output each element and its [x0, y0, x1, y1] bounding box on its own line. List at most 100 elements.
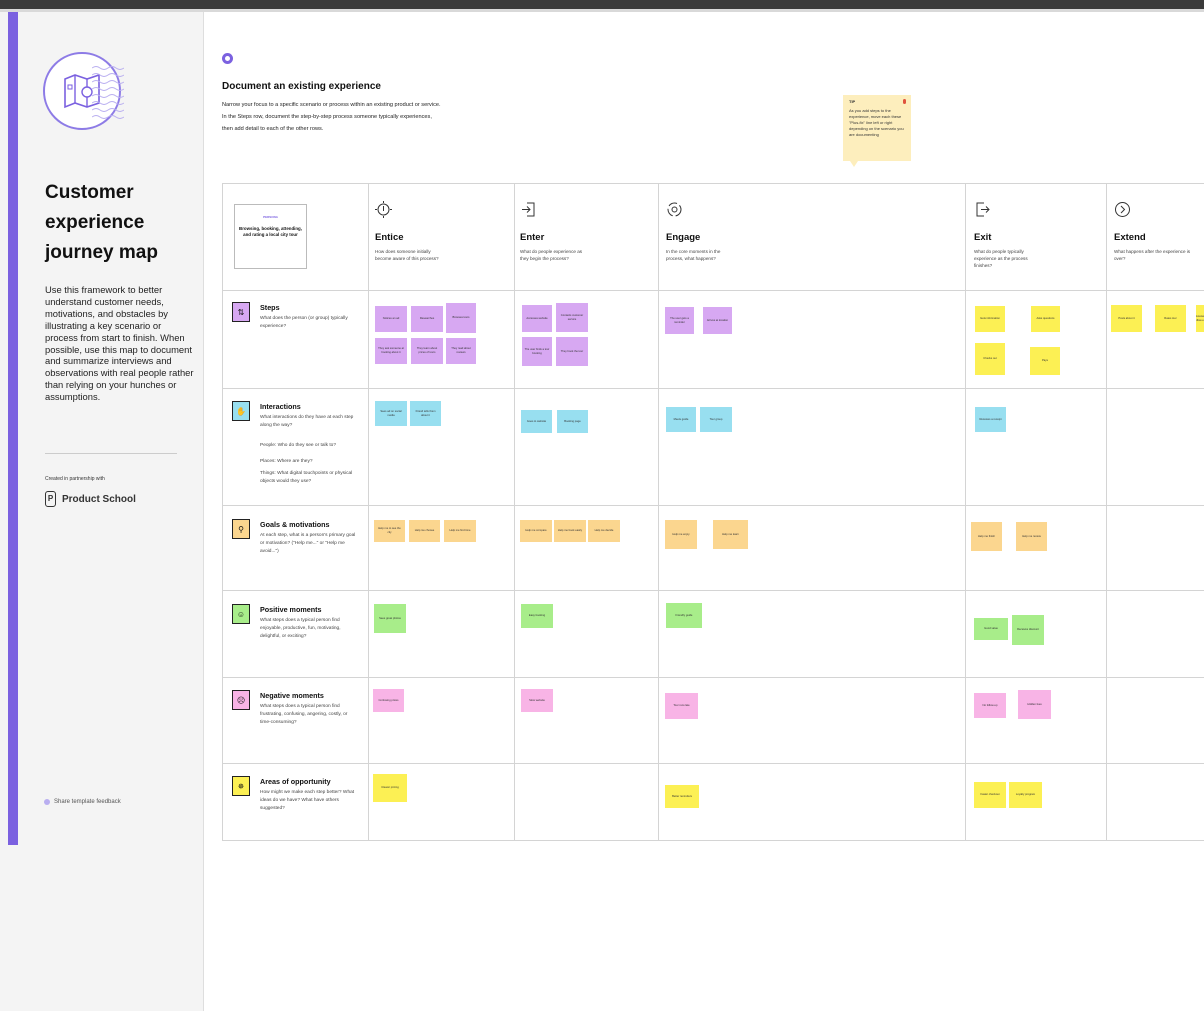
sticky-note[interactable]: Help me enjoy	[665, 520, 697, 549]
sticky-note[interactable]: Researches	[411, 306, 443, 332]
stage-name: Exit	[974, 232, 992, 243]
sticky-note[interactable]: They ask someone at booking about it	[375, 338, 407, 364]
sticky-note[interactable]: The user gets a reminder	[665, 307, 694, 334]
sticky-note[interactable]: They book the tour	[556, 337, 588, 366]
sidebar-accent-bar	[8, 12, 18, 845]
exit-icon	[976, 202, 990, 217]
sticky-note[interactable]: Rates tour	[1155, 305, 1186, 332]
sticky-note[interactable]: Receives a receipt	[975, 407, 1006, 432]
sticky-note[interactable]: Contacts customer service	[556, 303, 588, 332]
sticky-note[interactable]: Friendly guide	[666, 603, 702, 628]
share-feedback-link[interactable]: Share template feedback	[44, 799, 121, 805]
sticky-note[interactable]: Help me learn	[713, 520, 748, 549]
sticky-note[interactable]: Hidden fees	[1018, 690, 1051, 719]
smile-icon: ☺	[232, 604, 250, 624]
wave-decoration-icon	[92, 66, 124, 119]
stage-name: Engage	[666, 232, 701, 243]
tip-text: As you add steps to the experience, move…	[849, 108, 904, 137]
column-divider	[1106, 183, 1107, 840]
sticky-note[interactable]: Clearer pricing	[373, 774, 407, 802]
sticky-note[interactable]: Better reminders	[665, 785, 699, 808]
persona-card[interactable]: PERSONA Browsing, booking, attending, an…	[234, 204, 307, 269]
sticky-note[interactable]: Arrives at location	[703, 307, 732, 334]
stage-question: What do people typically experience as t…	[974, 249, 1028, 268]
stage-enter: Enter What do people experience as they …	[520, 201, 650, 262]
persona-text: Browsing, booking, attending, and rating…	[239, 226, 302, 237]
sticky-note[interactable]: Goes to website	[521, 410, 552, 433]
row-title: Areas of opportunity	[260, 777, 331, 786]
sticky-note[interactable]: Slow website	[521, 689, 553, 712]
column-divider	[514, 183, 515, 840]
sticky-note[interactable]: Pays	[1030, 347, 1060, 375]
stage-question: What happens after the experience is ove…	[1114, 249, 1191, 261]
stage-engage: Engage In the core moments in the proces…	[666, 201, 796, 262]
window-top-bar	[0, 0, 1204, 9]
column-divider	[658, 183, 659, 840]
search-icon: ⚲	[232, 519, 250, 539]
sticky-note[interactable]: Help me review	[1016, 522, 1047, 551]
sticky-note[interactable]: Help me to see the city	[374, 520, 405, 542]
row-question: How might we make each step better? What…	[260, 790, 355, 811]
sticky-note[interactable]: Friend tells them about it	[410, 401, 441, 426]
steps-icon: ⇅	[232, 302, 250, 322]
sticky-note[interactable]: Help me choose	[409, 520, 440, 542]
sticky-note[interactable]: Checks out	[975, 343, 1005, 375]
row-divider	[222, 290, 1204, 291]
sidebar-divider	[45, 453, 177, 454]
stage-name: Enter	[520, 232, 545, 243]
tip-sticky[interactable]: TIP As you add steps to the experience, …	[843, 95, 911, 161]
bullet-things: Things: What digital touchpoints or phys…	[260, 471, 353, 484]
sticky-note[interactable]: The user finds a tour booking	[522, 337, 552, 366]
sticky-note[interactable]: Receives follow-up	[1196, 305, 1204, 332]
sticky-note[interactable]: Meets guide	[666, 407, 696, 432]
sticky-note[interactable]: Booking page	[557, 410, 588, 433]
row-question: What steps does a typical person find en…	[260, 618, 341, 639]
sticky-note[interactable]: No follow-up	[974, 693, 1006, 718]
bullet-people: People: Who do they see or talk to?	[260, 443, 336, 448]
created-with-label: Created in partnership with	[45, 476, 105, 482]
row-title: Negative moments	[260, 691, 324, 700]
sticky-note[interactable]: Faster checkout	[974, 782, 1006, 808]
row-divider	[222, 840, 1204, 841]
sticky-note[interactable]: Gets information	[975, 306, 1005, 332]
sticky-note[interactable]: Notices an ad	[375, 306, 407, 332]
row-title: Positive moments	[260, 605, 322, 614]
sticky-note[interactable]: Asks questions	[1031, 306, 1060, 332]
sticky-note[interactable]: Help me compare	[520, 520, 552, 542]
row-question: At each step, what is a person's primary…	[260, 533, 356, 554]
lightbulb-icon	[375, 201, 392, 218]
sticky-note[interactable]: Browses tours	[446, 303, 476, 333]
sticky-note[interactable]: Posts about it	[1111, 305, 1142, 332]
row-title: Goals & motivations	[260, 520, 330, 529]
section-marker-icon	[222, 53, 233, 64]
interactions-icon: ✋	[232, 401, 250, 421]
row-divider	[222, 388, 1204, 389]
stage-name: Extend	[1114, 232, 1146, 243]
persona-tag: PERSONA	[263, 215, 278, 219]
sticky-note[interactable]: Sees ad on social media	[375, 401, 407, 426]
sticky-note[interactable]: Help me finish	[971, 522, 1002, 551]
sticky-note[interactable]: Tour group	[700, 407, 732, 432]
sticky-note[interactable]: Good value	[974, 618, 1008, 640]
sticky-note[interactable]: Help me decide	[588, 520, 620, 542]
sticky-note[interactable]: Help me book easily	[554, 520, 586, 542]
row-divider	[222, 677, 1204, 678]
sticky-note[interactable]: Help me find time	[444, 520, 476, 542]
sticky-note[interactable]: Accesses website	[522, 305, 552, 332]
sticky-note[interactable]: Loyalty program	[1009, 782, 1042, 808]
sticky-note[interactable]: Receives discount	[1012, 615, 1044, 645]
partner-logo: P Product School	[45, 491, 136, 507]
tip-title: TIP	[849, 99, 856, 104]
column-divider	[965, 183, 966, 840]
sticky-note[interactable]: Confusing prices	[373, 689, 404, 712]
bullet-places: Places: Where are they?	[260, 459, 313, 464]
engage-icon	[667, 202, 682, 217]
sticky-note[interactable]: Sees great photos	[374, 604, 406, 633]
sticky-note[interactable]: Easy booking	[521, 604, 553, 628]
row-title: Steps	[260, 303, 280, 312]
stage-exit: Exit What do people typically experience…	[974, 201, 1104, 269]
sticky-note[interactable]: Tour runs late	[665, 693, 698, 719]
sticky-note[interactable]: They learn about prices of tours	[411, 338, 443, 364]
sticky-note[interactable]: They read about reviews	[446, 338, 476, 364]
template-description: Use this framework to better understand …	[45, 284, 194, 403]
